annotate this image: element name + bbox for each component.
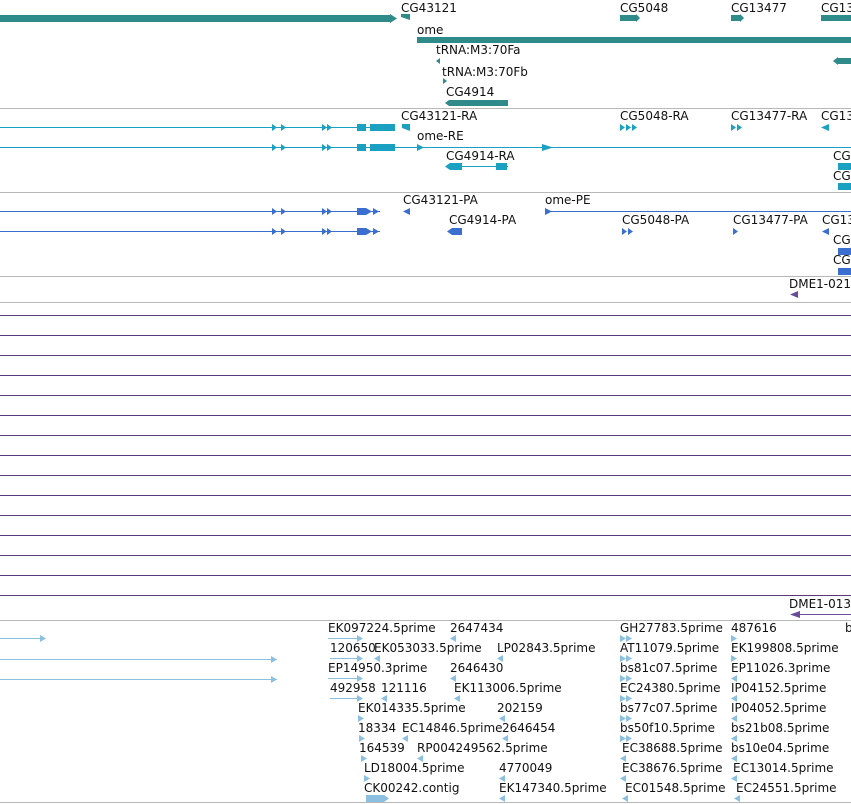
gene-cg13-bar[interactable] <box>821 15 851 21</box>
protein-label[interactable]: CG <box>833 233 851 247</box>
track-separator <box>0 802 851 803</box>
est-label[interactable]: 4770049 <box>499 761 552 775</box>
transcript-label[interactable]: CG5048-RA <box>620 109 689 123</box>
est-label[interactable]: GH27783.5prime <box>620 621 723 635</box>
est-label[interactable]: bs50f10.5prime <box>620 721 715 735</box>
gene-cg4914-bar[interactable] <box>449 100 508 106</box>
gene-label[interactable]: tRNA:M3:70Fb <box>442 65 528 79</box>
transcript-label[interactable]: CG43121-RA <box>401 109 477 123</box>
empty-tracks <box>0 315 851 596</box>
protein-label[interactable]: CG13 <box>822 213 851 227</box>
transcript-label[interactable]: CG13477-RA <box>731 109 807 123</box>
est-label[interactable]: IP04152.5prime <box>731 681 826 695</box>
est-label[interactable]: 2646430 <box>450 661 503 675</box>
est-label[interactable]: 18334 <box>358 721 396 735</box>
track-separator <box>0 276 851 277</box>
est-label[interactable]: 2646454 <box>502 721 555 735</box>
est-label[interactable]: EK199808.5prime <box>731 641 839 655</box>
est-label[interactable]: 120650 <box>330 641 376 655</box>
gene-label[interactable]: CG13 <box>821 1 851 15</box>
est-label[interactable]: EC24380.5prime <box>620 681 721 695</box>
protein-label[interactable]: CG5048-PA <box>622 213 689 227</box>
est-label[interactable]: bs21b08.5prime <box>731 721 829 735</box>
gene-cg-bar-right[interactable] <box>838 58 851 64</box>
est-label[interactable]: EK053033.5prime <box>374 641 482 655</box>
gene-label[interactable]: tRNA:M3:70Fa <box>436 43 521 57</box>
gene-cg4914-arrow <box>445 100 449 106</box>
dme1-013-line[interactable] <box>796 614 851 615</box>
est-label[interactable]: EC38688.5prime <box>622 741 723 755</box>
est-label[interactable]: 164539 <box>359 741 405 755</box>
est-label[interactable]: RP004249562.5prime <box>417 741 548 755</box>
transcript-label[interactable]: CG13 <box>821 109 851 123</box>
protein-label[interactable]: CG <box>833 253 851 267</box>
est-label[interactable]: AT11079.5prime <box>620 641 719 655</box>
est-label[interactable]: EC13014.5prime <box>733 761 834 775</box>
trna-70fa-marker <box>436 58 440 64</box>
protein-label[interactable]: CG43121-PA <box>403 193 478 207</box>
est-label[interactable]: b <box>845 621 851 635</box>
est-label[interactable]: CK00242.contig <box>364 781 459 795</box>
gene-label[interactable]: ome <box>417 23 443 37</box>
est-label[interactable]: bs77c07.5prime <box>620 701 717 715</box>
est-label[interactable]: LD18004.5prime <box>364 761 465 775</box>
gene-cg13477-bar[interactable] <box>731 15 740 21</box>
gene-label[interactable]: CG5048 <box>620 1 668 15</box>
transcript-label[interactable]: CG <box>833 149 851 163</box>
dme-label[interactable]: DME1-021 <box>789 277 851 291</box>
gene-label[interactable]: CG13477 <box>731 1 787 15</box>
protein-label[interactable]: ome-PE <box>545 193 591 207</box>
est-label[interactable]: EC14846.5prime <box>402 721 503 735</box>
dme1-021-marker[interactable] <box>790 291 798 298</box>
gene-label[interactable]: CG43121 <box>401 1 457 15</box>
gene-cg43121-arrow <box>390 14 397 23</box>
transcript-label[interactable]: ome-RE <box>417 129 464 143</box>
est-label[interactable]: EK097224.5prime <box>328 621 436 635</box>
dme-label[interactable]: DME1-013 <box>789 597 851 611</box>
est-label[interactable]: EK014335.5prime <box>358 701 466 715</box>
est-label[interactable]: IP04052.5prime <box>731 701 826 715</box>
gene-label[interactable]: CG4914 <box>446 85 494 99</box>
est-label[interactable]: 2647434 <box>450 621 503 635</box>
est-label[interactable]: EC01548.5prime <box>625 781 726 795</box>
est-label[interactable]: 121116 <box>381 681 427 695</box>
transcript-label[interactable]: CG4914-RA <box>446 149 515 163</box>
est-label[interactable]: 487616 <box>731 621 777 635</box>
gene-cg13477-arrow <box>740 14 744 22</box>
gene-cg5048-arrow <box>636 14 640 22</box>
gene-cg5048-bar[interactable] <box>620 15 636 21</box>
est-label[interactable]: bs81c07.5prime <box>620 661 717 675</box>
est-label[interactable]: EK113006.5prime <box>454 681 562 695</box>
protein-label[interactable]: CG13477-PA <box>733 213 808 227</box>
dme1-013-marker[interactable] <box>790 611 800 618</box>
est-label[interactable]: EP11026.3prime <box>731 661 830 675</box>
track-separator <box>0 302 851 303</box>
protein-label[interactable]: CG4914-PA <box>449 213 516 227</box>
est-label[interactable]: bs10e04.5prime <box>731 741 829 755</box>
est-label[interactable]: 492958 <box>330 681 376 695</box>
gene-cg43121-bar[interactable] <box>0 15 390 22</box>
transcript-label[interactable]: CG <box>833 169 851 183</box>
dme-track-1 <box>790 291 798 298</box>
est-label[interactable]: EC24551.5prime <box>736 781 837 795</box>
gene-cg-right-arrow <box>833 57 838 65</box>
est-label[interactable]: EC38676.5prime <box>622 761 723 775</box>
est-label[interactable]: LP02843.5prime <box>497 641 596 655</box>
dme-track-2 <box>790 611 851 618</box>
est-label[interactable]: EK147340.5prime <box>499 781 607 795</box>
est-label[interactable]: 202159 <box>497 701 543 715</box>
protein-track <box>0 208 851 275</box>
est-label[interactable]: EP14950.3prime <box>328 661 427 675</box>
